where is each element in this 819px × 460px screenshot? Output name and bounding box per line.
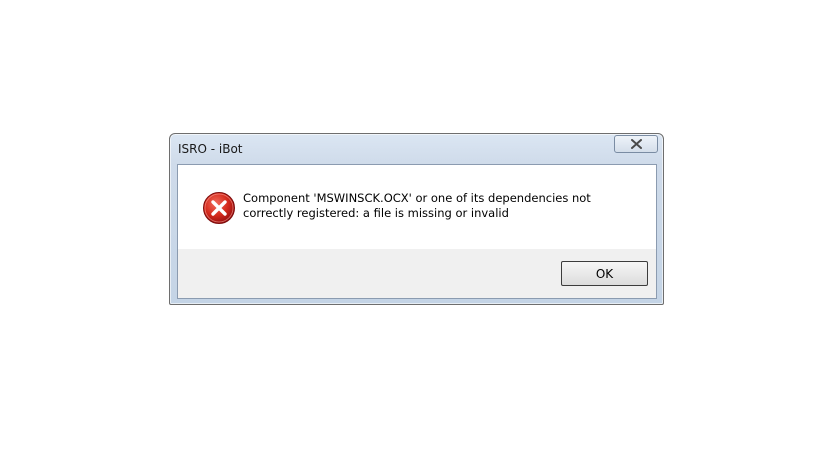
title-bar[interactable]: ISRO - iBot [170,134,663,164]
error-icon [203,192,235,224]
close-icon [631,139,642,149]
ok-button[interactable]: OK [561,261,648,286]
window-title: ISRO - iBot [178,142,243,156]
button-bar: OK [178,249,656,298]
dialog-body: Component 'MSWINSCK.OCX' or one of its d… [177,164,657,299]
message-area: Component 'MSWINSCK.OCX' or one of its d… [178,165,656,249]
error-dialog: ISRO - iBot Component 'MSWINSCK.OCX' or … [169,133,664,305]
error-message: Component 'MSWINSCK.OCX' or one of its d… [243,191,591,220]
close-button[interactable] [614,135,658,153]
